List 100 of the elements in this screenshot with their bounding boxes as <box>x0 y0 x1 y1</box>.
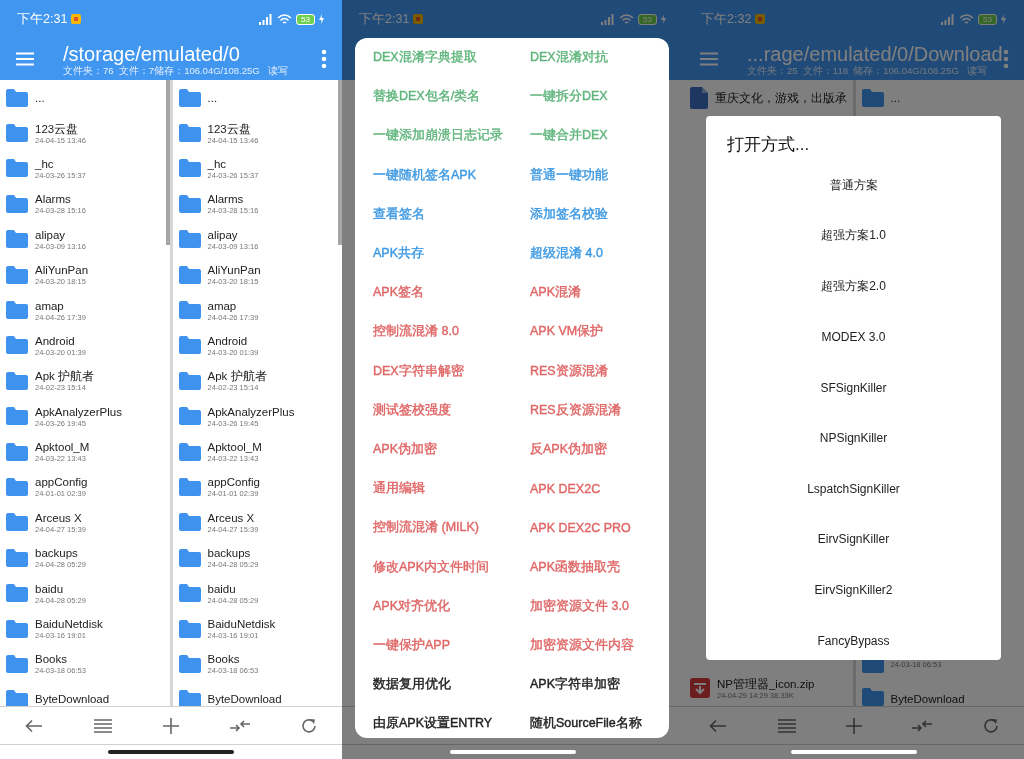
plus-icon[interactable] <box>163 717 179 734</box>
menu-item[interactable]: 一键随机签名APK <box>373 166 476 184</box>
folder-icon <box>6 265 28 284</box>
menu-item[interactable]: 由原APK设置ENTRY <box>373 715 493 733</box>
swap-arrows-icon[interactable] <box>912 718 933 733</box>
file-name[interactable]: ... <box>35 90 45 105</box>
menu-icon[interactable] <box>16 52 34 66</box>
file-name[interactable]: 123云盘 <box>35 121 86 136</box>
file-name[interactable]: ByteDownload <box>890 692 965 706</box>
more-icon[interactable] <box>321 49 327 69</box>
file-name[interactable]: Android <box>207 333 259 348</box>
menu-item[interactable]: DEX字符串解密 <box>373 362 464 380</box>
file-name[interactable]: ByteDownload <box>207 692 282 706</box>
menu-item[interactable]: 加密资源文件 3.0 <box>530 597 629 615</box>
file-name[interactable]: appConfig <box>35 475 88 490</box>
file-name[interactable]: amap <box>35 298 86 313</box>
file-name[interactable]: alipay <box>207 227 259 242</box>
file-name[interactable]: Arceus X <box>35 510 86 525</box>
menu-item[interactable]: 添加签名校验 <box>530 205 608 223</box>
menu-item[interactable]: APK VM保护 <box>530 323 604 341</box>
menu-item[interactable]: RES资源混淆 <box>530 362 608 380</box>
file-name[interactable]: Apk 护航者 <box>35 369 94 384</box>
more-icon[interactable] <box>1003 49 1009 69</box>
file-name[interactable]: baidu <box>207 581 259 596</box>
file-name[interactable]: AliYunPan <box>35 263 89 278</box>
file-name[interactable]: ... <box>890 90 901 105</box>
menu-item[interactable]: APK函数抽取壳 <box>530 558 620 576</box>
file-name[interactable]: Android <box>35 333 86 348</box>
file-name[interactable]: ApkAnalyzerPlus <box>207 404 295 419</box>
menu-item[interactable]: 超级混淆 4.0 <box>530 245 603 263</box>
file-name[interactable]: NP管理器_icon.zip <box>717 676 815 691</box>
menu-item[interactable]: APK伪加密 <box>373 440 437 458</box>
dialog-option[interactable]: 普通方案 <box>706 160 1001 211</box>
dialog-option[interactable]: SFSignKiller <box>706 362 1001 413</box>
dialog-option[interactable]: LspatchSignKiller <box>706 463 1001 515</box>
dialog-option[interactable]: 超强方案2.0 <box>706 261 1001 312</box>
file-name[interactable]: Alarms <box>35 192 86 207</box>
refresh-icon[interactable] <box>300 717 317 734</box>
file-name[interactable]: Books <box>207 652 259 667</box>
back-arrow-icon[interactable] <box>25 718 44 733</box>
menu-item[interactable]: 随机SourceFile名称 <box>530 715 642 733</box>
menu-item[interactable]: 测试签校强度 <box>373 401 451 419</box>
file-name[interactable]: 123云盘 <box>207 121 259 136</box>
folder-icon <box>6 301 28 320</box>
menu-icon[interactable] <box>700 52 718 66</box>
list-icon[interactable] <box>94 718 113 733</box>
menu-item[interactable]: 加密资源文件内容 <box>530 636 634 654</box>
file-name[interactable]: backups <box>35 546 86 561</box>
menu-item[interactable]: 反APK伪加密 <box>530 440 607 458</box>
file-name[interactable]: alipay <box>35 227 86 242</box>
file-name[interactable]: 重庆文化，游戏，出版承 <box>715 90 847 105</box>
file-name[interactable]: Books <box>35 652 86 667</box>
dialog-option[interactable]: EirvSignKiller <box>706 514 1001 565</box>
dialog-option[interactable]: 超强方案1.0 <box>706 210 1001 262</box>
file-name[interactable]: baidu <box>35 581 86 596</box>
list-icon[interactable] <box>777 718 796 733</box>
menu-item[interactable]: 控制流混淆 8.0 <box>373 323 459 341</box>
menu-item[interactable]: APK DEX2C PRO <box>530 520 631 535</box>
file-name[interactable]: ApkAnalyzerPlus <box>35 404 122 419</box>
menu-item[interactable]: 普通一键功能 <box>530 166 608 184</box>
file-name[interactable]: ByteDownload <box>35 692 110 706</box>
menu-item[interactable]: 修改APK内文件时间 <box>373 558 489 576</box>
folder-icon <box>861 88 884 107</box>
dialog-option[interactable]: FancyBypass <box>706 615 1001 660</box>
file-name[interactable]: backups <box>207 546 259 561</box>
dialog-option[interactable]: EirvSignKiller2 <box>706 564 1001 616</box>
clock-time: 下午2:32 <box>701 10 752 28</box>
file-name[interactable]: AliYunPan <box>207 263 261 278</box>
file-name[interactable]: appConfig <box>207 475 260 490</box>
menu-item[interactable]: APK DEX2C <box>530 481 601 496</box>
menu-item[interactable]: 一键保护APP <box>373 636 450 654</box>
menu-item[interactable]: 通用编辑 <box>373 480 425 498</box>
file-name[interactable]: amap <box>207 298 259 313</box>
menu-item[interactable]: APK混淆 <box>530 284 581 302</box>
menu-item[interactable]: 查看签名 <box>373 205 425 223</box>
file-name[interactable]: Arceus X <box>207 510 259 525</box>
file-name[interactable]: ... <box>207 90 218 105</box>
file-name[interactable]: _hc <box>207 156 259 171</box>
swap-arrows-icon[interactable] <box>229 718 250 733</box>
file-name[interactable]: BaiduNetdisk <box>207 617 276 632</box>
dialog-option[interactable]: MODEX 3.0 <box>706 311 1001 363</box>
file-name[interactable]: Apktool_M <box>207 440 262 455</box>
menu-item[interactable]: 数据复用优化 <box>373 676 451 694</box>
file-name[interactable]: Apktool_M <box>35 440 90 455</box>
menu-item[interactable]: APK对齐优化 <box>373 597 450 615</box>
dialog-option[interactable]: NPSignKiller <box>706 412 1001 464</box>
scrollbar[interactable] <box>338 80 342 245</box>
menu-item[interactable]: 控制流混淆 (MILK) <box>373 519 479 537</box>
file-name[interactable]: Alarms <box>207 192 259 207</box>
file-name[interactable]: _hc <box>35 156 86 171</box>
menu-item[interactable]: APK签名 <box>373 284 424 302</box>
scrollbar[interactable] <box>165 80 170 245</box>
refresh-icon[interactable] <box>982 717 999 734</box>
home-indicator[interactable] <box>108 750 234 754</box>
menu-item[interactable]: RES反资源混淆 <box>530 401 621 419</box>
file-name[interactable]: Apk 护航者 <box>207 369 267 384</box>
file-name[interactable]: BaiduNetdisk <box>35 617 103 632</box>
plus-icon[interactable] <box>845 717 862 734</box>
menu-item[interactable]: APK字符串加密 <box>530 676 620 694</box>
back-arrow-icon[interactable] <box>709 718 728 733</box>
